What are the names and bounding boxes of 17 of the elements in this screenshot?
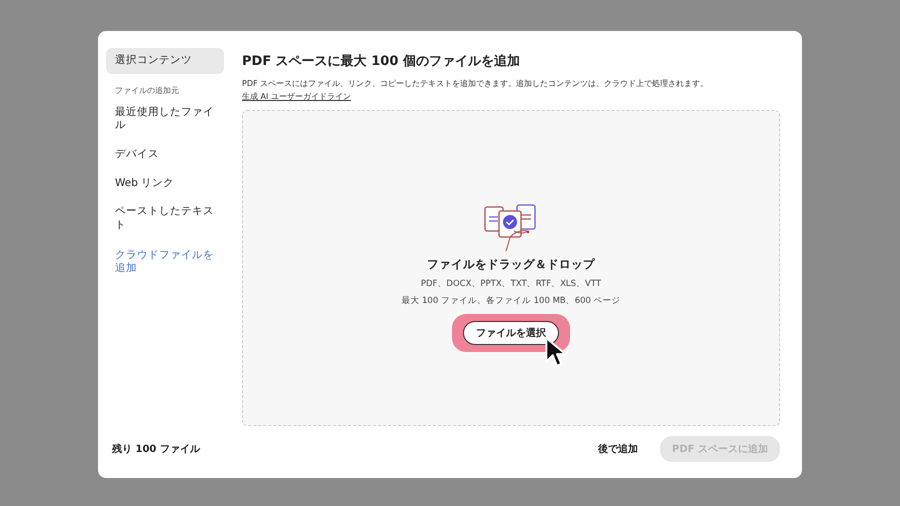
choose-file-button[interactable]: ファイルを選択 [463,321,559,346]
dialog-title: PDF スペースに最大 100 個のファイルを追加 [242,53,521,70]
guide-link[interactable]: 生成 AI ユーザーガイドライン [242,92,351,101]
formats-text: PDF、DOCX、PPTX、TXT、RTF、XLS、VTT [420,278,602,290]
drop-zone[interactable]: ファイルをドラッグ＆ドロップ PDF、DOCX、PPTX、TXT、RTF、XLS、VTT 最大 100 ファイル、各ファイル 100 MB、600 ページ ファイルを選択 [242,110,780,426]
add-later-button[interactable]: 後で追加 [592,441,644,457]
remaining-count: 残り 100 ファイル [112,442,202,456]
sidebar-item[interactable]: デバイス [106,142,224,168]
drop-heading: ファイルをドラッグ＆ドロップ [427,257,595,272]
sidebar-heading: ファイルの追加元 [114,84,180,97]
sidebar-item[interactable]: 選択コンテンツ [106,48,224,74]
description-text: PDF スペースにはファイル、リンク、コピーしたテキストを追加できます。追加したコンテンツは、クラウド上で処理されます。 生成 AI ユーザーガイドライン [242,78,710,103]
sidebar-item[interactable]: Web リンク [106,170,224,196]
sidebar-link[interactable]: クラウドファイルを追加 [106,241,224,282]
limits-text: 最大 100 ファイル、各ファイル 100 MB、600 ページ [401,295,621,308]
sidebar-item[interactable]: 最近使用したファイル [106,100,224,139]
sidebar-item[interactable]: ペーストしたテキスト [106,199,224,238]
